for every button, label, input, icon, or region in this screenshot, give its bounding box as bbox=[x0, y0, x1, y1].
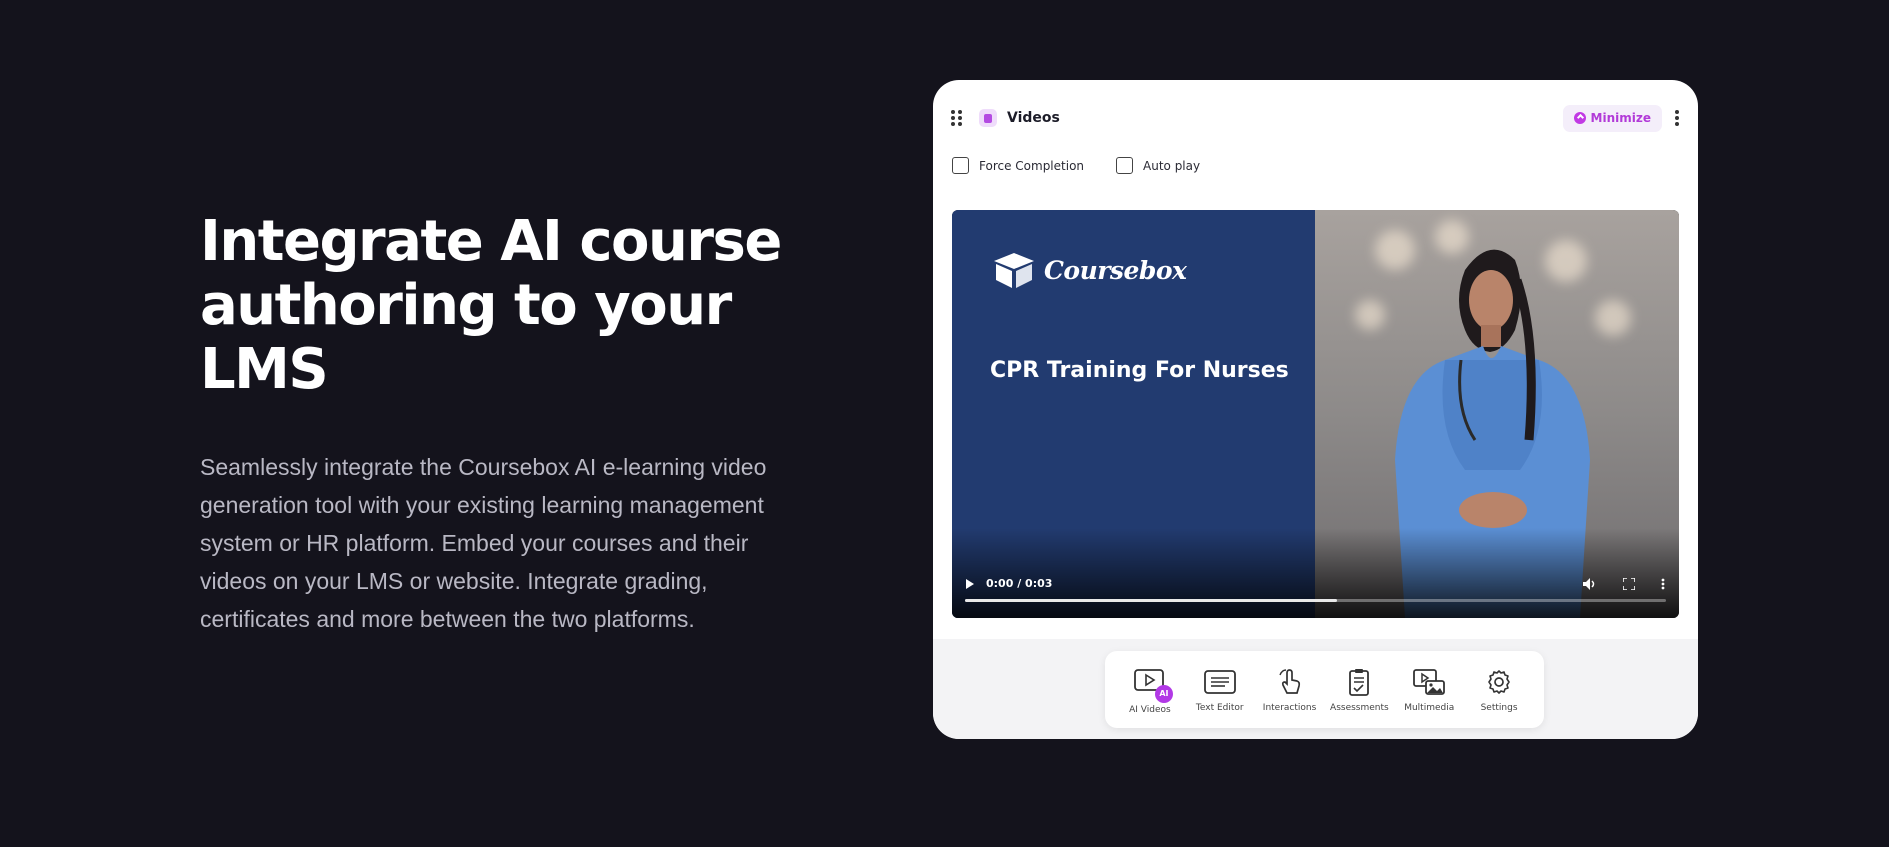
video-player[interactable]: Coursebox CPR Training For Nurses 0:00 /… bbox=[952, 210, 1679, 618]
minimize-label: Minimize bbox=[1590, 111, 1651, 125]
drag-handle-icon[interactable] bbox=[951, 108, 965, 128]
tool-label: Settings bbox=[1480, 702, 1518, 713]
brand-name: Coursebox bbox=[1044, 255, 1187, 285]
play-icon[interactable] bbox=[966, 578, 974, 589]
video-progress-fill bbox=[965, 599, 1337, 602]
more-options-icon[interactable] bbox=[1674, 110, 1680, 126]
tool-multimedia[interactable]: Multimedia bbox=[1394, 667, 1464, 713]
video-controls: 0:00 / 0:03 bbox=[966, 577, 1665, 590]
tool-label: Interactions bbox=[1262, 702, 1317, 713]
hero-description: Seamlessly integrate the Coursebox AI e-… bbox=[200, 454, 767, 632]
tool-interactions[interactable]: Interactions bbox=[1255, 667, 1325, 713]
gear-icon bbox=[1488, 669, 1510, 694]
tool-label: Assessments bbox=[1330, 702, 1389, 713]
clipboard-check-icon bbox=[1349, 668, 1370, 696]
tool-settings[interactable]: Settings bbox=[1464, 667, 1534, 713]
tool-label: Text Editor bbox=[1195, 702, 1244, 713]
force-completion-checkbox[interactable] bbox=[952, 157, 969, 174]
toolbar-area: AI AI Videos Text Editor Interactions As… bbox=[933, 639, 1698, 739]
hero-title: Integrate AI course authoring to your LM… bbox=[200, 210, 810, 402]
coursebox-logo: Coursebox bbox=[992, 250, 1187, 290]
hero-title-line-2: authoring to your LMS bbox=[200, 273, 732, 402]
force-completion-label: Force Completion bbox=[979, 158, 1085, 173]
block-toolbar: AI AI Videos Text Editor Interactions As… bbox=[1105, 651, 1544, 728]
hero-section: Integrate AI course authoring to your LM… bbox=[200, 210, 810, 638]
tool-text-editor[interactable]: Text Editor bbox=[1185, 667, 1255, 713]
panel-header: Videos Minimize bbox=[951, 102, 1680, 134]
force-completion-option[interactable]: Force Completion bbox=[952, 157, 1084, 174]
box-logo-icon bbox=[994, 253, 1034, 288]
multimedia-icon bbox=[1413, 668, 1446, 695]
auto-play-option[interactable]: Auto play bbox=[1116, 157, 1200, 174]
tool-label: Multimedia bbox=[1404, 702, 1455, 713]
video-block-editor: Videos Minimize Force Completion Auto pl… bbox=[933, 80, 1698, 739]
hero-title-line-1: Integrate AI course bbox=[200, 209, 782, 274]
video-progress-bar[interactable] bbox=[965, 599, 1666, 602]
fullscreen-icon[interactable] bbox=[1623, 577, 1635, 590]
tool-assessments[interactable]: Assessments bbox=[1324, 667, 1394, 713]
panel-title: Videos bbox=[1007, 110, 1060, 126]
ai-video-icon: AI bbox=[1133, 665, 1173, 703]
video-block-icon bbox=[979, 109, 997, 127]
auto-play-label: Auto play bbox=[1143, 158, 1201, 173]
video-slide-title: CPR Training For Nurses bbox=[990, 358, 1289, 383]
text-editor-icon bbox=[1203, 669, 1236, 694]
pointer-hand-icon bbox=[1278, 668, 1300, 694]
video-more-icon[interactable] bbox=[1661, 578, 1665, 590]
tool-ai-videos[interactable]: AI AI Videos bbox=[1115, 665, 1185, 715]
video-options: Force Completion Auto play bbox=[952, 157, 1200, 174]
collapse-icon bbox=[1573, 112, 1586, 124]
volume-icon[interactable] bbox=[1583, 577, 1597, 590]
ai-badge: AI bbox=[1154, 684, 1173, 703]
video-time: 0:00 / 0:03 bbox=[986, 577, 1053, 590]
minimize-button[interactable]: Minimize bbox=[1562, 104, 1662, 132]
auto-play-checkbox[interactable] bbox=[1116, 157, 1134, 174]
tool-label: AI Videos bbox=[1129, 704, 1171, 715]
